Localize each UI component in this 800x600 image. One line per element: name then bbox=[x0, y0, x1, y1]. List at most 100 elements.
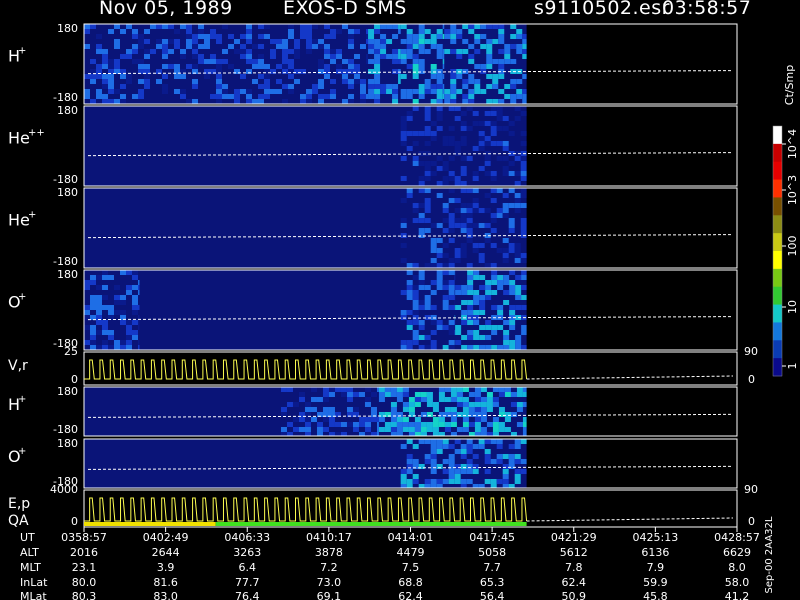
heatmap-cell bbox=[448, 325, 455, 330]
heatmap-cell bbox=[467, 320, 474, 325]
heatmap-cell bbox=[508, 228, 515, 233]
heatmap-cell bbox=[430, 290, 437, 295]
heatmap-cell bbox=[508, 454, 515, 459]
heatmap-cell bbox=[514, 243, 521, 248]
heatmap-cell bbox=[162, 39, 168, 44]
heatmap-cell bbox=[132, 335, 138, 340]
heatmap-cell bbox=[400, 484, 407, 488]
heatmap-cell bbox=[408, 422, 415, 427]
axis-row-value: 62.4 bbox=[398, 590, 423, 600]
heatmap-cell bbox=[504, 392, 511, 397]
heatmap-cell bbox=[318, 79, 324, 84]
heatmap-cell bbox=[486, 59, 493, 64]
heatmap-cell bbox=[366, 34, 369, 39]
heatmap-cell bbox=[348, 69, 354, 74]
heatmap-cell bbox=[258, 54, 264, 59]
heatmap-cell bbox=[424, 218, 431, 223]
heatmap-cell bbox=[442, 469, 449, 474]
colorbar-segment bbox=[773, 251, 782, 270]
heatmap-cell bbox=[358, 392, 365, 397]
heatmap-cell bbox=[102, 79, 108, 84]
heatmap-cell bbox=[486, 24, 493, 29]
heatmap-cell bbox=[412, 459, 419, 464]
heatmap-cell bbox=[400, 479, 407, 484]
axis-row-name: InLat bbox=[20, 576, 48, 589]
heatmap-cell bbox=[442, 295, 449, 300]
heatmap-cell bbox=[508, 223, 515, 228]
heatmap-cell bbox=[514, 198, 521, 203]
heatmap-cell bbox=[448, 464, 455, 469]
heatmap-cell bbox=[252, 99, 258, 104]
heatmap-cell bbox=[114, 39, 120, 44]
heatmap-cell bbox=[522, 432, 527, 436]
heatmap-cell bbox=[456, 387, 463, 392]
heatmap-cell bbox=[84, 29, 90, 34]
heatmap-cell bbox=[126, 74, 132, 79]
heatmap-cell bbox=[316, 427, 323, 432]
heatmap-cell bbox=[436, 94, 443, 99]
heatmap-cell bbox=[522, 387, 527, 392]
heatmap-cell bbox=[486, 402, 493, 407]
colorbar-segment bbox=[773, 304, 782, 323]
heatmap-cell bbox=[120, 310, 126, 315]
heatmap-cell bbox=[246, 59, 252, 64]
heatmap-cell bbox=[514, 171, 521, 176]
y-max-label: 180 bbox=[57, 268, 78, 281]
heatmap-cell bbox=[346, 407, 353, 412]
heatmap-cell bbox=[418, 64, 425, 69]
heatmap-cell bbox=[126, 270, 132, 275]
heatmap-cell bbox=[354, 79, 360, 84]
heatmap-cell bbox=[503, 345, 510, 350]
heatmap-cell bbox=[503, 275, 510, 280]
heatmap-cell bbox=[418, 94, 425, 99]
heatmap-cell bbox=[186, 39, 192, 44]
heatmap-cell bbox=[466, 439, 473, 444]
heatmap-cell bbox=[156, 39, 162, 44]
heatmap-cell bbox=[460, 141, 467, 146]
heatmap-cell bbox=[490, 111, 497, 116]
heatmap-cell bbox=[466, 218, 473, 223]
axis-row-value: 6136 bbox=[641, 546, 669, 559]
heatmap-cell bbox=[138, 325, 140, 330]
heatmap-cell bbox=[286, 402, 293, 407]
heatmap-cell bbox=[114, 340, 120, 345]
heatmap-cell bbox=[398, 74, 401, 79]
heatmap-cell bbox=[412, 285, 419, 290]
heatmap-cell bbox=[448, 198, 455, 203]
heatmap-cell bbox=[138, 34, 144, 39]
heatmap-cell bbox=[430, 64, 437, 69]
heatmap-cell bbox=[474, 64, 481, 69]
heatmap-cell bbox=[186, 29, 192, 34]
heatmap-cell bbox=[448, 474, 455, 479]
heatmap-cell bbox=[442, 305, 449, 310]
heatmap-cell bbox=[514, 156, 521, 161]
heatmap-cell bbox=[520, 166, 527, 171]
heatmap-cell bbox=[204, 34, 210, 39]
heatmap-cell bbox=[468, 412, 475, 417]
colorbar-segment bbox=[773, 340, 782, 359]
heatmap-cell bbox=[102, 305, 108, 310]
line-panel-label: E,p bbox=[8, 496, 30, 512]
qa-bar-segment bbox=[84, 522, 216, 526]
heatmap-cell bbox=[358, 417, 365, 422]
heatmap-cell bbox=[442, 285, 449, 290]
heatmap-cell bbox=[436, 156, 443, 161]
axis-row-value: 5058 bbox=[478, 546, 506, 559]
heatmap-cell bbox=[430, 121, 437, 126]
heatmap-cell bbox=[472, 464, 479, 469]
heatmap-cell bbox=[374, 79, 381, 84]
heatmap-cell bbox=[466, 459, 473, 464]
heatmap-cell bbox=[462, 79, 469, 84]
heatmap-cell bbox=[442, 24, 445, 29]
axis-row-name: MLT bbox=[20, 561, 41, 574]
heatmap-cell bbox=[306, 44, 312, 49]
heatmap-cell bbox=[504, 94, 511, 99]
y-max-label: 180 bbox=[57, 385, 78, 398]
heatmap-cell bbox=[400, 126, 407, 131]
heatmap-cell bbox=[246, 29, 252, 34]
heatmap-cell bbox=[424, 131, 431, 136]
heatmap-cell bbox=[392, 24, 399, 29]
heatmap-cell bbox=[424, 484, 431, 488]
heatmap-cell bbox=[480, 412, 487, 417]
heatmap-cell bbox=[436, 74, 443, 79]
